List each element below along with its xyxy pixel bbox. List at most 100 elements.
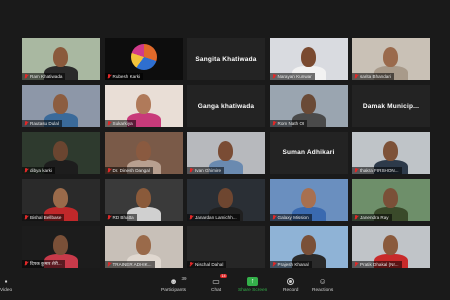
participant-name-label: Dr. Dinesh Dangal	[104, 167, 153, 175]
muted-mic-icon	[272, 261, 276, 267]
participant-tile[interactable]: Janendra Ray	[352, 178, 430, 222]
participant-name-display: Ganga khatiwada	[197, 102, 255, 110]
participant-name-label: Janardan Lamichh...	[187, 214, 240, 222]
participant-tile[interactable]: दिपक कुमार शेरी...	[22, 225, 100, 268]
share-arrow-icon: ↑	[247, 277, 259, 286]
participant-name-label: thakra FIRSHON...	[352, 167, 402, 175]
muted-mic-icon	[354, 261, 358, 267]
muted-mic-icon	[24, 261, 28, 266]
participant-tile[interactable]: Pratik Dhakal (Nr...	[352, 225, 430, 268]
muted-mic-icon	[189, 168, 193, 173]
muted-mic-icon	[354, 215, 358, 220]
participant-name-display: Suman Adhikari	[282, 149, 335, 157]
meeting-toolbar: ▪ Video ☻ 39 Participants ▭ 14 Chat ↑ Sh…	[0, 274, 450, 300]
participant-tile[interactable]: Narayan Kunwar	[269, 38, 348, 81]
smiley-icon: ☺	[318, 277, 327, 286]
muted-mic-icon	[189, 261, 193, 267]
participant-tile[interactable]: Ganga khatiwada	[187, 84, 265, 128]
muted-mic-icon	[189, 215, 193, 220]
participant-tile[interactable]: Rautasu Dulal	[22, 84, 100, 128]
muted-mic-icon	[272, 74, 276, 79]
participant-name: dibya karki	[30, 168, 52, 174]
participant-tile[interactable]: thakra FIRSHON...	[352, 131, 430, 175]
participant-tile[interactable]: Nischal Dahal	[187, 225, 265, 268]
participant-name-label: TRAINER ADHIK...	[104, 260, 155, 268]
participant-tile[interactable]: Bishal Bellbase	[22, 178, 100, 222]
muted-mic-icon	[354, 168, 358, 173]
participant-name-label: Nischal Dahal	[187, 260, 227, 268]
participant-name: Sukarkiya	[112, 121, 133, 127]
participant-name: thakra FIRSHON...	[360, 168, 399, 174]
participant-name: Nischal Dahal	[195, 261, 224, 267]
record-icon	[286, 277, 296, 286]
muted-mic-icon	[107, 121, 111, 126]
chat-unread-badge: 14	[219, 274, 228, 278]
participant-name-label: Rom Nath OI	[269, 120, 308, 128]
participant-name: Prajesh Khanal	[277, 261, 309, 267]
participant-tile[interactable]: Damak Municip...	[352, 84, 430, 128]
muted-mic-icon	[24, 168, 28, 173]
participants-icon: ☻ 39	[169, 276, 187, 286]
participant-name-label: Prajesh Khanal	[269, 260, 312, 268]
avatar-logo-icon	[130, 44, 157, 70]
gallery-view: Ram Khatiwada Rubesh Karki Sangita Khatiwa…	[22, 38, 430, 274]
muted-mic-icon	[24, 74, 28, 79]
record-button[interactable]: Record	[283, 277, 298, 293]
participants-button[interactable]: ☻ 39 Participants	[161, 276, 187, 293]
muted-mic-icon	[107, 168, 111, 173]
participant-name: Ivan Ghimire	[195, 168, 222, 174]
participant-name-label: Rautasu Dulal	[22, 120, 62, 128]
muted-mic-icon	[107, 74, 111, 79]
participant-name-label: Narayan Kunwar	[269, 73, 315, 81]
participant-tile[interactable]: Galaxy Mission	[269, 178, 348, 222]
participant-name: Pratik Dhakal (Nr...	[360, 261, 399, 267]
participants-count: 39	[181, 276, 187, 281]
reactions-button[interactable]: ☺ Reactions	[312, 277, 333, 293]
participant-name-label: दिपक कुमार शेरी...	[22, 259, 65, 268]
participant-name: Janardan Lamichh...	[195, 215, 237, 221]
participant-name-label: Bishal Bellbase	[22, 214, 65, 222]
participant-name: Dr. Dinesh Dangal	[112, 168, 150, 174]
muted-mic-icon	[107, 215, 111, 220]
participant-tile[interactable]: Rubesh Karki	[104, 38, 183, 81]
participant-tile[interactable]: Janardan Lamichh...	[187, 178, 265, 222]
participant-name: sarita Bhandari	[360, 74, 391, 80]
share-screen-button[interactable]: ↑ Share Screen	[238, 277, 267, 293]
participant-name: दिपक कुमार शेरी...	[30, 260, 62, 266]
participant-name: TRAINER ADHIK...	[112, 261, 152, 267]
participant-tile[interactable]: Ivan Ghimire	[187, 131, 265, 175]
participant-name: Ram Khatiwada	[30, 74, 63, 80]
participant-name-display: Sangita Khatiwada	[195, 55, 257, 63]
participant-tile[interactable]: Sukarkiya	[104, 84, 183, 128]
muted-mic-icon	[272, 215, 276, 220]
participant-tile[interactable]: Ram Khatiwada	[22, 38, 100, 81]
participant-tile[interactable]: Rom Nath OI	[269, 84, 348, 128]
participant-tile[interactable]: Sangita Khatiwada	[187, 38, 265, 81]
participant-tile[interactable]: RD Bhatta	[104, 178, 183, 222]
participant-name: Rom Nath OI	[277, 121, 305, 127]
participant-tile[interactable]: Suman Adhikari	[269, 131, 348, 175]
participant-name: RD Bhatta	[112, 215, 134, 221]
participant-name: Rautasu Dulal	[30, 121, 59, 127]
participant-tile[interactable]: TRAINER ADHIK...	[104, 225, 183, 268]
muted-mic-icon	[354, 74, 358, 79]
muted-mic-icon	[24, 215, 28, 220]
participant-tile[interactable]: sarita Bhandari	[352, 38, 430, 81]
chat-button[interactable]: ▭ 14 Chat	[211, 274, 228, 293]
participant-name: Bishal Bellbase	[30, 215, 62, 221]
participant-tile[interactable]: dibya karki	[22, 131, 100, 175]
participant-name: Rubesh Karki	[112, 74, 141, 80]
participant-tile[interactable]: Prajesh Khanal	[269, 225, 348, 268]
video-button[interactable]: ▪ Video	[0, 277, 12, 293]
participant-name-label: RD Bhatta	[104, 214, 137, 222]
chat-bubble-icon: ▭ 14	[212, 274, 228, 286]
participant-name-label: Pratik Dhakal (Nr...	[352, 260, 402, 268]
participant-name: Janendra Ray	[360, 215, 389, 221]
participant-name-display: Damak Municip...	[362, 102, 420, 110]
participant-name-label: Ram Khatiwada	[22, 73, 66, 81]
video-camera-icon: ▪	[4, 277, 8, 286]
participant-name: Narayan Kunwar	[277, 74, 312, 80]
participant-tile[interactable]: Dr. Dinesh Dangal	[104, 131, 183, 175]
participant-name: Galaxy Mission	[277, 215, 309, 221]
muted-mic-icon	[272, 121, 276, 126]
